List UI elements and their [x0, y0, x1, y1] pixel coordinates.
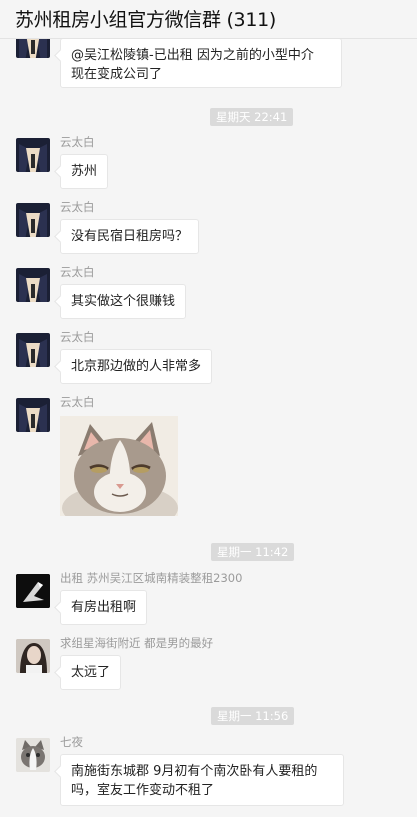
- sender-name: 云太白: [60, 135, 95, 149]
- message-bubble: 有房出租啊: [60, 590, 148, 625]
- avatar[interactable]: [16, 639, 50, 673]
- avatar[interactable]: [16, 738, 50, 772]
- sender-name: 云太白: [60, 200, 95, 214]
- cat-sticker-image[interactable]: [60, 416, 178, 516]
- sender-name: 七夜: [60, 735, 83, 749]
- message-bubble: 太远了: [60, 655, 122, 690]
- message-bubble: 没有民宿日租房吗？: [60, 219, 200, 254]
- avatar[interactable]: [16, 138, 50, 172]
- sender-name: 云太白: [60, 395, 95, 409]
- avatar[interactable]: [16, 398, 50, 432]
- avatar[interactable]: [16, 203, 50, 237]
- message-bubble: 苏州: [60, 154, 109, 189]
- message-line: @吴江松陵镇-已出租 因为之前的小型中介: [71, 48, 314, 63]
- message-line: 苏州: [71, 164, 98, 179]
- person-avatar-icon: [16, 639, 50, 673]
- timestamp: 星期天 22:41: [210, 108, 294, 126]
- message-line: 吗，室友工作变动不租了: [71, 783, 215, 798]
- timestamp: 星期一 11:42: [211, 543, 295, 561]
- sender-name: 云太白: [60, 265, 95, 279]
- sender-name: 云太白: [60, 330, 95, 344]
- message-bubble: 北京那边做的人非常多: [60, 349, 213, 384]
- sender-name: 求组星海街附近 都是男的最好: [60, 636, 214, 650]
- message-line: 有房出租啊: [71, 600, 137, 615]
- avatar[interactable]: [16, 574, 50, 608]
- message-bubble: 其实做这个很赚钱: [60, 284, 187, 319]
- chat-title: 苏州租房小组官方微信群 (311): [15, 9, 277, 31]
- message-bubble: @吴江松陵镇-已出租 因为之前的小型中介 现在变成公司了: [60, 38, 342, 88]
- chat-title-bar: 苏州租房小组官方微信群 (311): [0, 0, 417, 39]
- message-line: 现在变成公司了: [71, 67, 163, 82]
- message-line: 太远了: [71, 665, 111, 680]
- message-bubble: 南施街东城郡 9月初有个南次卧有人要租的 吗，室友工作变动不租了: [60, 754, 344, 806]
- message-line: 南施街东城郡 9月初有个南次卧有人要租的: [71, 764, 318, 779]
- avatar[interactable]: [16, 333, 50, 367]
- message-line: 其实做这个很赚钱: [71, 294, 176, 309]
- shark-avatar-icon: [16, 574, 50, 608]
- avatar[interactable]: [16, 268, 50, 302]
- sender-name: 出租 苏州吴江区城南精装整租2300: [60, 571, 243, 585]
- message-line: 北京那边做的人非常多: [71, 359, 202, 374]
- timestamp: 星期一 11:56: [211, 707, 295, 725]
- message-line: 没有民宿日租房吗？: [71, 229, 189, 244]
- cat-avatar-icon: [16, 738, 50, 772]
